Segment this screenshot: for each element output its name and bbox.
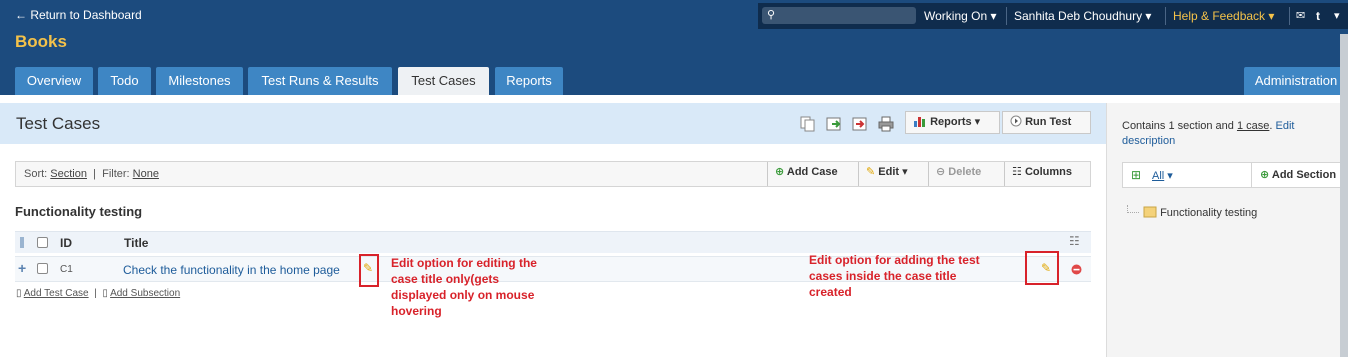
top-bar: ⚲ Working On ▾ Sanhita Deb Choudhury ▾ H… bbox=[758, 3, 1348, 29]
import-icon[interactable] bbox=[826, 116, 842, 132]
add-section-label: Add Section bbox=[1271, 169, 1337, 181]
add-subsection-link[interactable]: Add Subsection bbox=[110, 288, 180, 299]
play-icon bbox=[1010, 115, 1022, 127]
user-menu[interactable]: Sanhita Deb Choudhury ▾ bbox=[1014, 9, 1151, 23]
more-icon[interactable]: ▾ bbox=[1334, 9, 1340, 22]
divider bbox=[1006, 7, 1007, 25]
content-header: Test Cases Reports ▾ Run Test bbox=[0, 103, 1106, 144]
run-test-button[interactable]: Run Test bbox=[1002, 111, 1091, 134]
tree-icon: ⊞ bbox=[1131, 168, 1142, 182]
column-title[interactable]: Title bbox=[124, 236, 148, 250]
columns-icon: ☷ bbox=[1012, 166, 1022, 178]
tab-overview[interactable]: Overview bbox=[15, 67, 93, 95]
columns-label: Columns bbox=[1024, 166, 1072, 178]
folder-icon bbox=[1143, 206, 1157, 218]
scrollbar[interactable] bbox=[1340, 34, 1348, 357]
app-header: ← Return to Dashboard Books ⚲ Working On… bbox=[0, 0, 1348, 95]
delete-label: Delete bbox=[948, 166, 982, 178]
filter-selector[interactable]: None bbox=[133, 168, 159, 180]
add-section-button[interactable]: ⊕ Add Section bbox=[1260, 168, 1336, 181]
edit-description-link-2[interactable]: description bbox=[1122, 135, 1175, 147]
twitter-icon[interactable]: t bbox=[1316, 9, 1320, 23]
return-to-dashboard-link[interactable]: ← Return to Dashboard bbox=[15, 8, 142, 22]
move-icon[interactable]: + bbox=[18, 260, 26, 276]
add-case-button[interactable]: ⊕ Add Case bbox=[767, 162, 845, 186]
sort-filter-text: Sort: Section | Filter: None bbox=[24, 168, 159, 180]
columns-button[interactable]: ☷ Columns bbox=[1004, 162, 1079, 186]
all-filter-dropdown[interactable]: All ▾ bbox=[1152, 169, 1173, 182]
section-actions: ▯ Add Test Case | ▯ Add Subsection bbox=[16, 288, 181, 299]
select-all-checkbox[interactable] bbox=[37, 237, 48, 248]
working-on-menu[interactable]: Working On ▾ bbox=[924, 9, 997, 23]
column-settings-icon[interactable]: ☷ bbox=[1069, 234, 1080, 248]
delete-button[interactable]: ⊖ Delete bbox=[928, 162, 989, 186]
edit-description-link[interactable]: Edit bbox=[1276, 120, 1295, 132]
add-icon: ⊕ bbox=[775, 166, 785, 178]
add-test-case-link[interactable]: Add Test Case bbox=[24, 288, 89, 299]
search-icon: ⚲ bbox=[767, 9, 776, 21]
annotation-right: Edit option for adding the test cases in… bbox=[809, 253, 980, 299]
tab-test-cases[interactable]: Test Cases bbox=[398, 67, 489, 95]
page-title: Test Cases bbox=[16, 114, 101, 133]
project-title[interactable]: Books bbox=[15, 32, 67, 52]
divider bbox=[1251, 163, 1252, 187]
run-test-label: Run Test bbox=[1025, 116, 1072, 128]
reports-label: Reports bbox=[930, 116, 972, 128]
annotation-box-right bbox=[1025, 251, 1059, 285]
print-icon[interactable] bbox=[878, 116, 894, 132]
case-id: C1 bbox=[60, 264, 73, 275]
edit-button[interactable]: ✎ Edit ▾ bbox=[858, 162, 915, 186]
minus-circle-icon: ⊖ bbox=[936, 166, 946, 178]
search-input[interactable]: ⚲ bbox=[762, 7, 916, 24]
row-checkbox[interactable] bbox=[37, 263, 48, 274]
edit-label: Edit bbox=[878, 166, 900, 178]
table-header: ID Title ☷ bbox=[15, 231, 1091, 253]
tree-item-functionality-testing[interactable]: Functionality testing bbox=[1143, 205, 1257, 219]
tree-item-label: Functionality testing bbox=[1160, 207, 1258, 219]
suite-description: Contains 1 section and 1 case. Edit desc… bbox=[1122, 120, 1295, 147]
divider bbox=[1165, 7, 1166, 25]
filter-toolbar: Sort: Section | Filter: None ⊕ Add Case … bbox=[15, 161, 1091, 187]
sort-selector[interactable]: Section bbox=[50, 168, 87, 180]
sidebar-toolbar: ⊞ All ▾ ⊕ Add Section bbox=[1122, 162, 1348, 188]
export-icon[interactable] bbox=[852, 116, 868, 132]
page-icon: ▯ bbox=[102, 288, 108, 299]
add-case-label: Add Case bbox=[786, 166, 838, 178]
section-title[interactable]: Functionality testing bbox=[15, 204, 142, 219]
sidebar: Contains 1 section and 1 case. Edit desc… bbox=[1106, 103, 1348, 357]
tab-reports[interactable]: Reports bbox=[495, 67, 563, 95]
drag-handle-icon bbox=[20, 237, 24, 248]
pencil-icon: ✎ bbox=[866, 166, 876, 178]
tab-milestones[interactable]: Milestones bbox=[156, 67, 243, 95]
help-feedback-menu[interactable]: Help & Feedback ▾ bbox=[1173, 9, 1274, 23]
column-id[interactable]: ID bbox=[60, 236, 72, 250]
delete-icon[interactable] bbox=[1071, 264, 1082, 275]
page-icon: ▯ bbox=[16, 288, 22, 299]
case-title-link[interactable]: Check the functionality in the home page bbox=[123, 263, 340, 277]
tab-administration[interactable]: Administration bbox=[1244, 67, 1348, 95]
annotation-box-left bbox=[359, 254, 379, 287]
tree-connector bbox=[1127, 205, 1139, 213]
tab-todo[interactable]: Todo bbox=[98, 67, 151, 95]
reports-button[interactable]: Reports ▾ bbox=[905, 111, 1000, 134]
tab-test-runs-results[interactable]: Test Runs & Results bbox=[248, 67, 392, 95]
annotation-left: Edit option for editing the case title o… bbox=[391, 256, 537, 318]
case-count: 1 case bbox=[1236, 120, 1270, 132]
divider bbox=[1289, 7, 1290, 25]
bar-chart-icon bbox=[914, 117, 925, 127]
mail-icon[interactable]: ✉ bbox=[1296, 9, 1305, 22]
add-icon: ⊕ bbox=[1260, 169, 1270, 181]
copy-icon[interactable] bbox=[800, 116, 816, 132]
